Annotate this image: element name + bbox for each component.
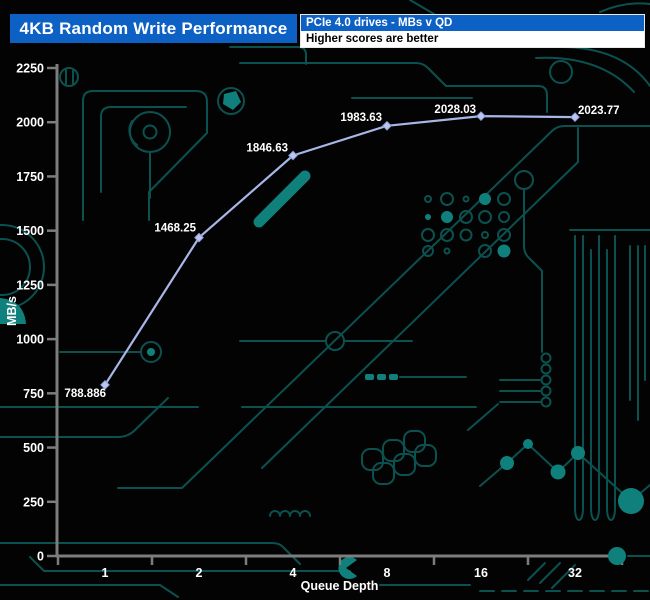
y-tick-label: 1500 <box>16 224 44 238</box>
y-tick-label: 2000 <box>16 116 44 130</box>
x-tick-label: 16 <box>474 566 488 580</box>
y-axis-title: MB/s <box>5 296 19 326</box>
x-tick-label: 2 <box>196 566 203 580</box>
x-tick-label: 8 <box>384 566 391 580</box>
chart-subheader: PCIe 4.0 drives - MBs v QD Higher scores… <box>300 14 645 48</box>
chart-note: Higher scores are better <box>301 31 644 47</box>
y-tick-label: 500 <box>23 441 44 455</box>
y-tick-label: 1750 <box>16 170 44 184</box>
performance-line <box>105 116 575 385</box>
data-point-label: 1983.63 <box>340 112 382 124</box>
x-tick-label: 4 <box>290 566 297 580</box>
axis-end-dot <box>608 547 626 565</box>
performance-chart: 0 250 500 750 1000 1250 1500 1750 2000 2250 1 2 4 8 16… <box>0 0 650 600</box>
y-tick-label: 750 <box>23 387 44 401</box>
x-tick-label: 1 <box>102 566 109 580</box>
data-point-marker <box>477 112 485 120</box>
y-tick-label: 1000 <box>16 333 44 347</box>
data-point-label: 1846.63 <box>246 142 288 154</box>
y-tick-label: 250 <box>23 495 44 509</box>
data-point-label: 1468.25 <box>154 223 196 235</box>
chart-image: 0 250 500 750 1000 1250 1500 1750 2000 2250 1 2 4 8 16… <box>0 0 650 600</box>
data-point-label: 2028.03 <box>434 104 476 116</box>
data-point-label: 788.886 <box>64 388 106 400</box>
y-tick-label: 1250 <box>16 278 44 292</box>
y-tick-label: 0 <box>37 550 44 564</box>
x-tick-label: 32 <box>568 566 582 580</box>
y-tick-label: 2250 <box>16 62 44 76</box>
x-axis-title: Queue Depth <box>301 579 379 593</box>
data-point-label: 2023.77 <box>578 105 620 117</box>
chart-title: 4KB Random Write Performance <box>10 14 297 43</box>
chart-subtitle: PCIe 4.0 drives - MBs v QD <box>301 15 644 31</box>
data-point-marker <box>383 122 391 130</box>
